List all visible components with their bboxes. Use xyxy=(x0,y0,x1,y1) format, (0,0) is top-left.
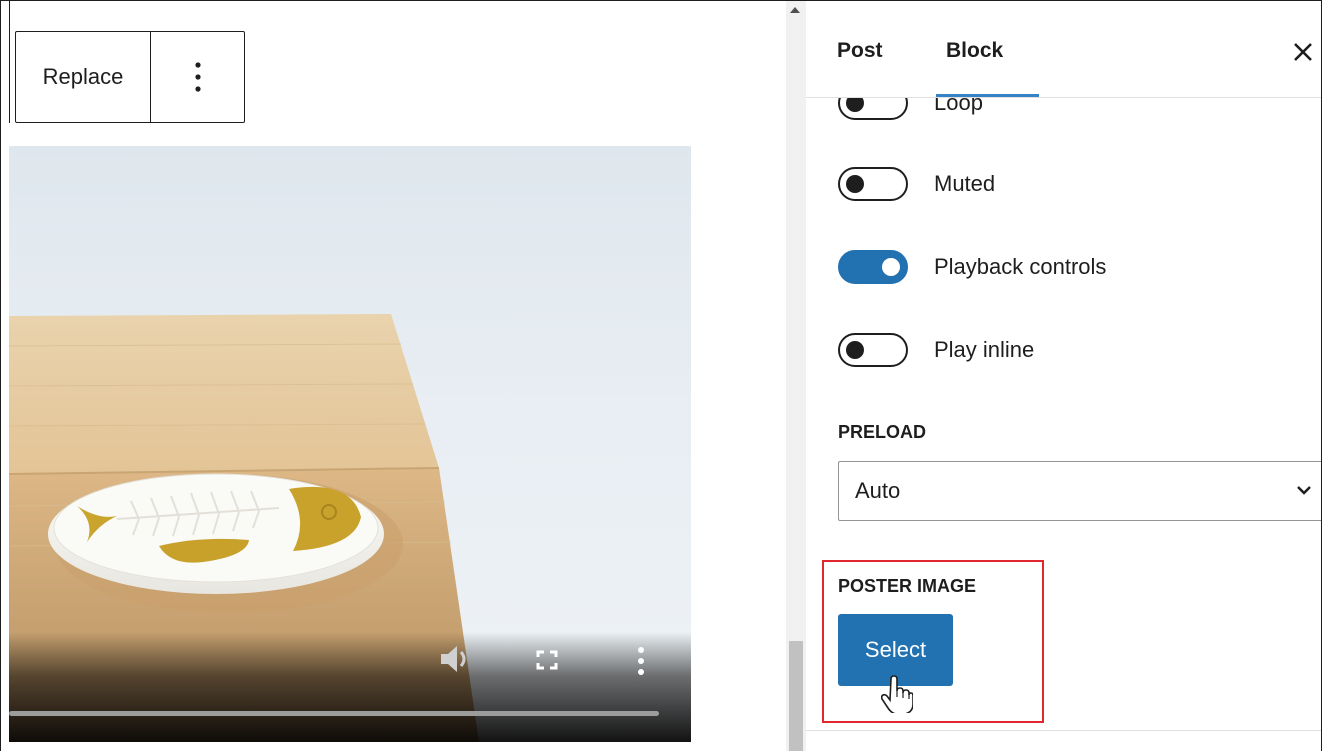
toggle-knob xyxy=(846,175,864,193)
playback-controls-label: Playback controls xyxy=(934,254,1107,279)
poster-image-label: POSTER IMAGE xyxy=(838,576,977,596)
scrollbar-thumb[interactable] xyxy=(789,641,803,751)
toggle-row-playback-controls: Playback controls xyxy=(838,247,1106,287)
playback-controls-toggle[interactable] xyxy=(838,250,908,284)
app-window: Replace Loop Muted Playback controls Pla… xyxy=(0,0,1322,751)
play-inline-toggle[interactable] xyxy=(838,333,908,367)
preload-label: PRELOAD xyxy=(838,422,927,442)
play-inline-label: Play inline xyxy=(934,337,1035,362)
tab-block[interactable]: Block xyxy=(946,39,1003,63)
toolbar-edge-divider xyxy=(9,1,10,123)
video-controls-bar xyxy=(9,632,691,742)
more-options-button[interactable] xyxy=(151,32,244,122)
block-toolbar: Replace xyxy=(15,31,245,123)
chevron-down-icon xyxy=(1297,486,1311,495)
close-icon xyxy=(1294,43,1312,61)
settings-sidebar: Loop Muted Playback controls Play inline… xyxy=(806,1,1321,751)
preload-select[interactable]: Auto xyxy=(838,461,1321,521)
volume-button[interactable] xyxy=(437,644,471,679)
fullscreen-icon xyxy=(536,650,558,670)
panel-divider xyxy=(806,730,1321,731)
preload-selected-value: Auto xyxy=(855,478,901,503)
fullscreen-button[interactable] xyxy=(536,650,558,675)
scroll-up-arrow-icon[interactable] xyxy=(790,7,800,13)
hand-cursor-icon xyxy=(881,675,913,713)
toggle-row-muted: Muted xyxy=(838,164,995,204)
muted-label: Muted xyxy=(934,171,996,196)
more-vertical-icon xyxy=(638,647,644,675)
close-sidebar-button[interactable] xyxy=(1290,39,1316,65)
canvas-scrollbar[interactable] xyxy=(786,1,806,751)
video-player[interactable] xyxy=(9,146,691,742)
editor-canvas: Replace xyxy=(1,1,786,751)
tab-post[interactable]: Post xyxy=(837,39,883,63)
muted-toggle[interactable] xyxy=(838,167,908,201)
toggle-knob xyxy=(846,341,864,359)
sidebar-header: Post Block xyxy=(806,1,1321,98)
video-progress-bar[interactable] xyxy=(9,711,659,716)
more-vertical-icon xyxy=(194,62,201,92)
active-tab-indicator xyxy=(936,94,1039,97)
toggle-knob xyxy=(882,258,900,276)
video-menu-button[interactable] xyxy=(637,646,645,681)
toggle-row-play-inline: Play inline xyxy=(838,330,1034,370)
replace-button[interactable]: Replace xyxy=(16,32,151,122)
block-settings-panel: Loop Muted Playback controls Play inline… xyxy=(806,1,1321,751)
volume-icon xyxy=(441,646,466,672)
